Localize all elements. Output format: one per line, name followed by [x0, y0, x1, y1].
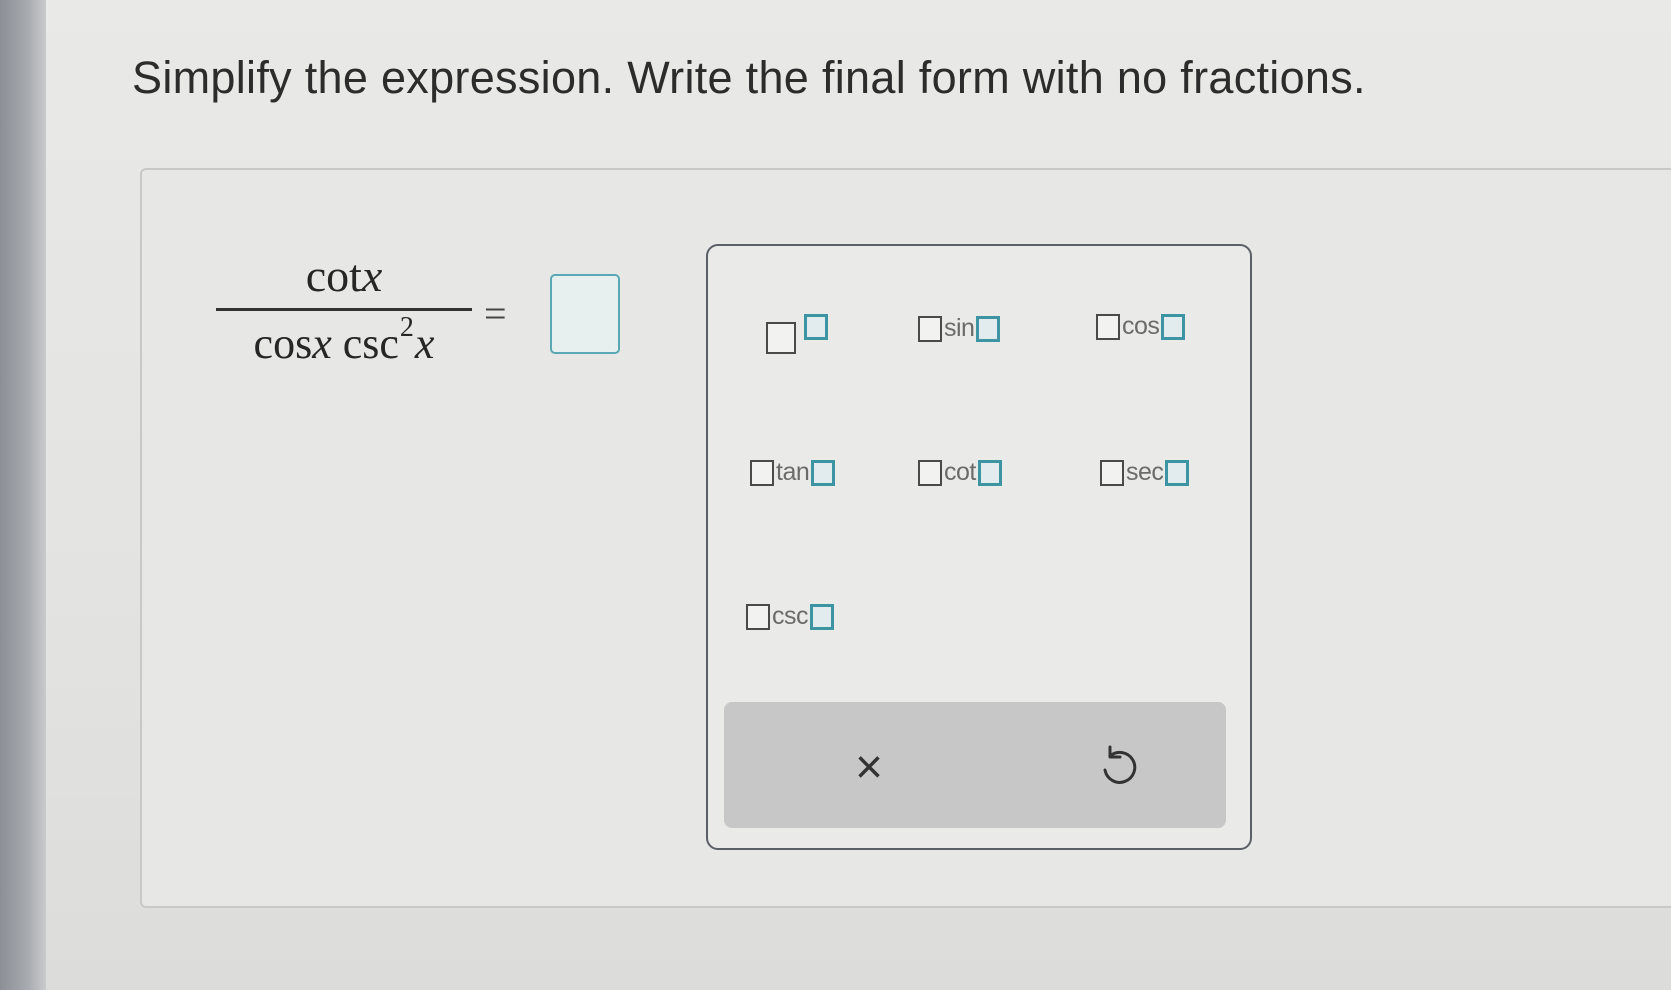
clear-icon: ×	[854, 740, 884, 794]
argument-placeholder-icon	[746, 603, 770, 630]
undo-button[interactable]	[1084, 732, 1154, 802]
denominator-function-cos: cos	[253, 319, 313, 368]
base-placeholder-icon	[766, 322, 796, 354]
sin-key-label: sin	[944, 314, 975, 342]
fraction-bar	[216, 308, 472, 311]
answer-input[interactable]	[550, 274, 620, 354]
denominator-exponent: 2	[399, 312, 414, 343]
cos-key-label: cos	[1122, 312, 1160, 340]
power-key[interactable]	[766, 300, 828, 354]
argument-placeholder-icon	[918, 459, 942, 486]
palette-action-bar: ×	[724, 702, 1226, 828]
expression-fraction: cotx cosx csc2x	[216, 250, 472, 369]
question-instruction: Simplify the expression. Write the final…	[132, 52, 1366, 103]
argument-placeholder-icon	[750, 459, 774, 486]
undo-icon	[1103, 745, 1137, 784]
exponent-placeholder-icon	[811, 459, 836, 486]
sec-key-label: sec	[1126, 458, 1164, 486]
tan-key[interactable]: tan	[750, 458, 836, 487]
numerator-function: cot	[305, 250, 362, 301]
argument-placeholder-icon	[1096, 313, 1120, 340]
denominator-variable-2: x	[414, 319, 435, 368]
sec-key[interactable]: sec	[1100, 458, 1190, 487]
cot-key-label: cot	[944, 458, 976, 486]
tan-key-label: tan	[776, 458, 810, 486]
cos-key[interactable]: cos	[1096, 312, 1186, 341]
math-palette: sin cos tan cot sec csc ×	[706, 244, 1252, 850]
argument-placeholder-icon	[1100, 459, 1124, 486]
fraction-numerator: cotx	[216, 250, 472, 302]
csc-key-label: csc	[772, 602, 809, 630]
exponent-placeholder-icon	[976, 315, 1001, 342]
exponent-placeholder-icon	[804, 314, 828, 340]
clear-button[interactable]: ×	[834, 732, 904, 802]
denominator-variable-1: x	[312, 319, 332, 368]
exponent-placeholder-icon	[810, 603, 834, 630]
numerator-variable: x	[361, 250, 383, 301]
equals-sign: =	[484, 291, 507, 336]
sin-key[interactable]: sin	[918, 314, 1001, 343]
csc-key[interactable]: csc	[746, 602, 834, 631]
denominator-function-csc: csc	[342, 319, 399, 368]
screen-left-edge	[0, 0, 46, 990]
exponent-placeholder-icon	[1165, 459, 1190, 486]
exponent-placeholder-icon	[977, 459, 1002, 486]
fraction-denominator: cosx csc2x	[216, 312, 472, 369]
cot-key[interactable]: cot	[918, 458, 1002, 487]
argument-placeholder-icon	[918, 315, 942, 342]
exponent-placeholder-icon	[1161, 313, 1186, 340]
